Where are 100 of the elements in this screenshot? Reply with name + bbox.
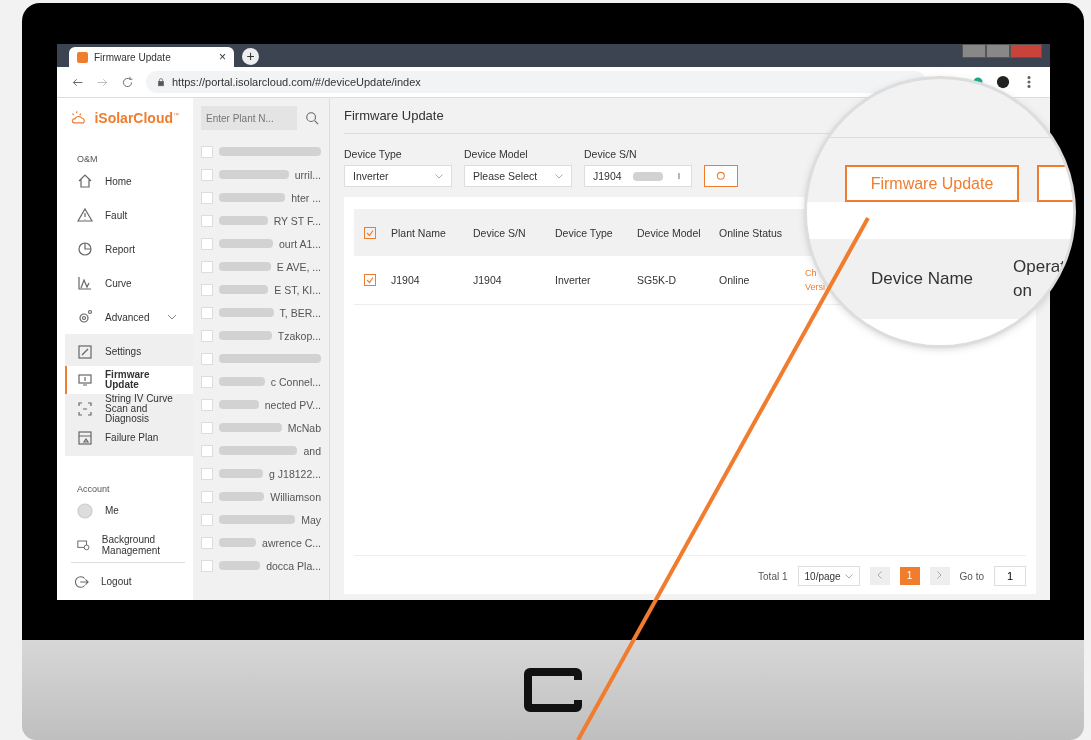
blurred-text bbox=[219, 308, 274, 317]
logout-button[interactable]: Logout bbox=[71, 562, 185, 600]
column-header: Device Name bbox=[871, 269, 974, 289]
dropdown[interactable]: Please Select bbox=[464, 165, 572, 187]
checkbox[interactable] bbox=[201, 283, 213, 296]
checkbox[interactable] bbox=[201, 145, 213, 158]
user-icon bbox=[77, 502, 93, 519]
checkbox[interactable] bbox=[201, 237, 213, 250]
nav-item[interactable]: Fault bbox=[57, 198, 193, 233]
checkbox[interactable] bbox=[201, 260, 213, 273]
checkbox[interactable] bbox=[201, 168, 213, 181]
caret-icon bbox=[435, 173, 443, 179]
filter-label: Device Type bbox=[344, 148, 403, 160]
checkbox[interactable] bbox=[201, 444, 213, 457]
blurred-text bbox=[219, 285, 269, 294]
caret-icon bbox=[844, 573, 853, 579]
minimize-button[interactable] bbox=[962, 44, 986, 58]
input-field[interactable]: J1904 bbox=[584, 165, 692, 187]
checkbox[interactable] bbox=[201, 421, 213, 434]
dropdown[interactable]: Inverter bbox=[344, 165, 452, 187]
plant-name[interactable]: docca Pla... bbox=[266, 559, 321, 572]
blurred-text bbox=[219, 216, 268, 225]
plant-name[interactable]: ourt A1... bbox=[278, 237, 321, 250]
chevron-icon bbox=[167, 314, 178, 321]
avatar-icon bbox=[996, 75, 1010, 89]
maximize-button[interactable] bbox=[986, 44, 1010, 58]
nav-item[interactable]: Home bbox=[57, 164, 193, 199]
blurred-text bbox=[219, 170, 289, 179]
select-all-checkbox[interactable] bbox=[364, 226, 376, 239]
plant-name[interactable]: RY ST F... bbox=[273, 214, 321, 227]
nav-item[interactable]: Advanced bbox=[57, 300, 193, 335]
previous-page-button[interactable] bbox=[869, 567, 890, 585]
checkbox[interactable] bbox=[201, 467, 213, 480]
plant-name[interactable]: awrence C... bbox=[262, 536, 321, 549]
search-icon bbox=[715, 170, 727, 182]
checkbox[interactable] bbox=[201, 513, 213, 526]
warning-icon bbox=[77, 207, 93, 224]
search-icon bbox=[305, 111, 319, 125]
checkbox[interactable] bbox=[201, 214, 213, 227]
column-header: Online Status bbox=[719, 226, 784, 239]
search-button[interactable] bbox=[704, 165, 738, 187]
new-tab-button[interactable]: + bbox=[242, 48, 259, 65]
tab-close-button[interactable]: × bbox=[219, 50, 226, 64]
nav-item[interactable]: Firmware Update bbox=[65, 366, 193, 395]
plant-name[interactable]: nected PV... bbox=[264, 398, 321, 411]
plan-icon bbox=[77, 430, 93, 447]
nav-item[interactable]: Curve bbox=[57, 266, 193, 301]
plant-name[interactable]: E ST, KI... bbox=[274, 283, 321, 296]
checkbox[interactable] bbox=[201, 375, 213, 388]
column-header: Device Model bbox=[637, 226, 702, 239]
pie-chart-icon bbox=[77, 241, 93, 258]
plant-name[interactable]: T, BER... bbox=[279, 306, 321, 319]
plant-name[interactable]: Williamson bbox=[270, 490, 321, 503]
logout-icon bbox=[75, 574, 89, 589]
nav-item[interactable]: Me bbox=[57, 493, 193, 528]
home-icon bbox=[77, 173, 93, 190]
nav-item[interactable]: Failure Plan bbox=[65, 424, 193, 453]
plant-name[interactable]: and bbox=[303, 444, 321, 457]
checkbox[interactable] bbox=[201, 398, 213, 411]
column-header: Device S/N bbox=[473, 226, 527, 239]
row-checkbox[interactable] bbox=[364, 274, 376, 286]
nav-item[interactable]: Settings bbox=[65, 338, 193, 367]
checkbox[interactable] bbox=[201, 191, 213, 204]
plant-name[interactable]: McNab bbox=[287, 421, 321, 434]
nav-item[interactable]: Background Management bbox=[57, 527, 193, 563]
plant-name[interactable]: c Connel... bbox=[270, 375, 321, 388]
plant-name[interactable]: urril... bbox=[294, 168, 321, 181]
goto-field[interactable]: 1 bbox=[994, 566, 1026, 586]
checkbox[interactable] bbox=[201, 559, 213, 572]
checkbox[interactable] bbox=[201, 490, 213, 503]
checkbox[interactable] bbox=[201, 352, 213, 365]
next-page-button[interactable] bbox=[929, 567, 950, 585]
app-logo: iSolarCloud$^{™}$ bbox=[94, 110, 179, 126]
plant-name[interactable]: g J18122... bbox=[269, 467, 321, 480]
address-bar[interactable]: https://portal.isolarcloud.com/#/deviceUpdate/index bbox=[146, 71, 926, 93]
table-cell: Inverter bbox=[555, 274, 591, 286]
blurred-text bbox=[219, 492, 265, 501]
nav-item[interactable]: Report bbox=[57, 232, 193, 267]
blurred-text bbox=[219, 469, 264, 478]
browser-tab[interactable]: Firmware Update × bbox=[69, 47, 234, 67]
column-header: Device Type bbox=[555, 226, 614, 239]
plant-name[interactable]: E AVE, ... bbox=[276, 260, 321, 273]
favicon-icon bbox=[77, 51, 88, 63]
close-button[interactable] bbox=[1010, 44, 1042, 58]
blurred-text bbox=[633, 171, 663, 181]
page-size-dropdown[interactable]: 10/page bbox=[797, 566, 860, 586]
lock-icon bbox=[156, 77, 166, 87]
chevron-right-icon bbox=[937, 571, 943, 579]
table-cell: J1904 bbox=[391, 274, 420, 286]
checkbox[interactable] bbox=[201, 306, 213, 319]
plant-name[interactable]: Tzakop... bbox=[277, 329, 321, 342]
checkbox[interactable] bbox=[201, 329, 213, 342]
plant-name[interactable]: hter ... bbox=[291, 191, 321, 204]
blurred-text bbox=[219, 193, 286, 202]
table-cell: SG5K-D bbox=[637, 274, 677, 286]
nav-item[interactable]: String IV Curve Scan and Diagnosis bbox=[65, 394, 193, 425]
checkbox[interactable] bbox=[201, 536, 213, 549]
reload-icon bbox=[121, 75, 134, 89]
plant-search-field[interactable]: Enter Plant N... bbox=[201, 106, 297, 130]
plant-name[interactable]: May bbox=[301, 513, 321, 526]
